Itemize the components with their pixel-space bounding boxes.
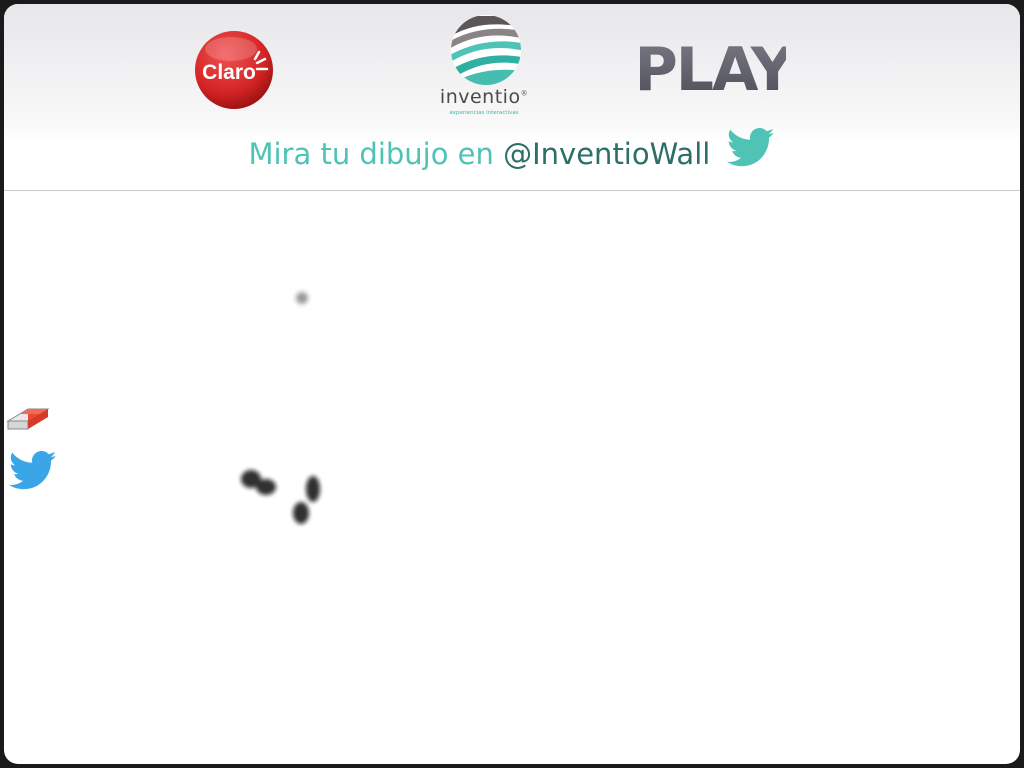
inventio-wordmark: inventio®: [439, 86, 529, 108]
play-wordmark: PLAY: [640, 38, 786, 96]
eraser-icon: [6, 408, 50, 430]
inventio-globe-icon: [451, 15, 521, 85]
tagline-prefix: Mira tu dibujo en: [248, 137, 504, 171]
claro-logo: Claro: [195, 31, 273, 109]
twitter-bird-icon: [726, 128, 774, 167]
share-twitter-button[interactable]: [6, 451, 60, 491]
drawing-canvas[interactable]: [4, 191, 1020, 764]
header-banner: Claro inventio® experiencias interactiva…: [4, 4, 1020, 191]
inventio-logo: inventio® experiencias interactivas: [436, 12, 532, 120]
eraser-button[interactable]: [4, 397, 52, 437]
tagline: Mira tu dibujo en @InventioWall: [4, 128, 1020, 171]
twitter-bird-icon: [8, 451, 57, 490]
twitter-handle: @InventioWall: [503, 137, 711, 171]
app-window: Claro inventio® experiencias interactiva…: [4, 4, 1020, 764]
claro-wordmark: Claro: [202, 61, 256, 84]
inventio-tagline: experiencias interactivas: [449, 110, 519, 116]
drawing-strokes: [241, 292, 320, 524]
play-logo: PLAY: [640, 38, 786, 96]
